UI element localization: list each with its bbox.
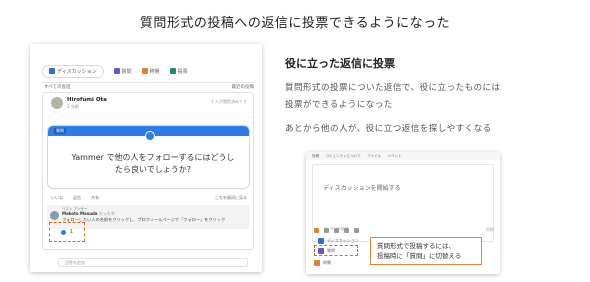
question-icon — [145, 131, 155, 141]
praise-icon — [314, 260, 320, 266]
description-1-line2: 投票ができるようになった — [285, 100, 393, 110]
tab-question[interactable]: 質問 — [113, 68, 132, 75]
tab-label: ディスカッション — [57, 68, 97, 75]
post-author: Hirofumi Ota 2 分前 — [51, 97, 107, 110]
image-icon[interactable] — [324, 227, 329, 233]
tab-label: 称賛 — [149, 68, 160, 75]
question-banner: 質問 Yammer で他の人をフォローするにはどうしたら良いでしょうか? — [47, 125, 250, 189]
tab-praise[interactable]: 称賛 — [141, 68, 160, 75]
composer-placeholder[interactable]: ディスカッションを開始する — [323, 183, 401, 192]
question-icon — [113, 68, 120, 74]
post-type-tabs: ディスカッション 質問 称賛 投票 — [42, 60, 254, 82]
community-nav: 投稿 コミュニティについて ファイル イベント — [306, 152, 500, 160]
description-1: 質問形式の投票についた返信で、役に立ったものには 投票ができるようになった — [285, 80, 585, 114]
seen-count: 1 人が閲覧済みです — [211, 99, 247, 104]
upvote-button[interactable]: 1 — [49, 222, 85, 242]
reply-time: たった今 — [98, 211, 115, 216]
reply-text: フォローしたい人の名前をクリックし、プロフィールページで「フォロー」をクリック — [62, 217, 226, 222]
share-button[interactable]: 共有 — [91, 195, 99, 201]
question-tag: 質問 — [54, 128, 66, 134]
like-button[interactable]: いいね — [51, 195, 63, 201]
nav-about[interactable]: コミュニティについて — [325, 154, 361, 158]
avatar[interactable] — [51, 97, 63, 109]
chat-icon — [49, 68, 55, 74]
poll-icon — [169, 68, 176, 74]
tab-label: 質問 — [121, 68, 132, 75]
description-2: あとから他の人が、役に立つ返信を探しやすくなる — [285, 124, 492, 134]
reply-button[interactable]: 返信 — [73, 195, 81, 201]
menu-item-label: 称賛 — [323, 260, 331, 265]
callout-line-1: 質問形式で投稿するには、 — [377, 242, 455, 250]
format-icon[interactable] — [354, 227, 359, 233]
reply-input[interactable]: 回答を追加 — [58, 258, 248, 267]
instruction-callout: 質問形式で投稿するには、 投稿時に「質問」に切替える — [370, 237, 482, 265]
question-text: Yammer で他の人をフォローするにはどうしたら良いでしょうか? — [71, 153, 235, 174]
callout-line-2: 投稿時に「質問」に切替える — [377, 252, 462, 260]
post-actions: いいね 返信 共有 これを最初に見る — [51, 195, 247, 201]
tab-label: 投票 — [177, 68, 188, 75]
gif-icon[interactable] — [344, 227, 349, 233]
filter-dropdown[interactable]: すべての会話 — [44, 84, 71, 90]
chat-icon — [318, 238, 324, 244]
upvote-icon — [60, 229, 66, 235]
composer-toolbar: 投稿 — [314, 227, 494, 233]
author-name[interactable]: Hirofumi Ota — [67, 97, 107, 103]
nav-events[interactable]: イベント — [387, 154, 401, 158]
tab-discussion[interactable]: ディスカッション — [42, 64, 104, 78]
page-title: 質問形式の投稿への返信に投票できるようになった — [139, 16, 451, 31]
feed-filter-bar: すべての会話 最近の投稿 — [44, 84, 254, 90]
avatar[interactable] — [50, 211, 59, 220]
vote-count: 1 — [69, 229, 74, 235]
sort-dropdown[interactable]: 最近の投稿 — [232, 84, 255, 90]
menu-item-praise[interactable]: 称賛 — [314, 260, 331, 266]
divider — [42, 82, 254, 83]
post-type-icon[interactable] — [314, 227, 319, 233]
question-highlight — [314, 245, 358, 256]
menu-item-label: ディスカッション — [327, 238, 359, 243]
yammer-feed-screenshot: ディスカッション 質問 称賛 投票 すべての会話 最近の投稿 Hirofumi … — [30, 44, 262, 272]
file-icon[interactable] — [334, 227, 339, 233]
praise-icon — [141, 68, 148, 74]
seen-first-label: これを最初に見る — [215, 195, 247, 200]
post-button[interactable]: 投稿 — [486, 227, 494, 233]
tab-poll[interactable]: 投票 — [169, 68, 188, 75]
reply-author-name: Makoto Masuda — [62, 211, 98, 216]
nav-posts[interactable]: 投稿 — [312, 154, 319, 158]
post-time: 2 分前 — [67, 104, 79, 109]
composer-screenshot: 投稿 コミュニティについて ファイル イベント ディスカッションを開始する ユー… — [306, 152, 500, 274]
nav-files[interactable]: ファイル — [367, 154, 381, 158]
description-1-line1: 質問形式の投票についた返信で、役に立ったものには — [285, 83, 501, 93]
section-heading: 役に立った返信に投票 — [285, 57, 395, 70]
